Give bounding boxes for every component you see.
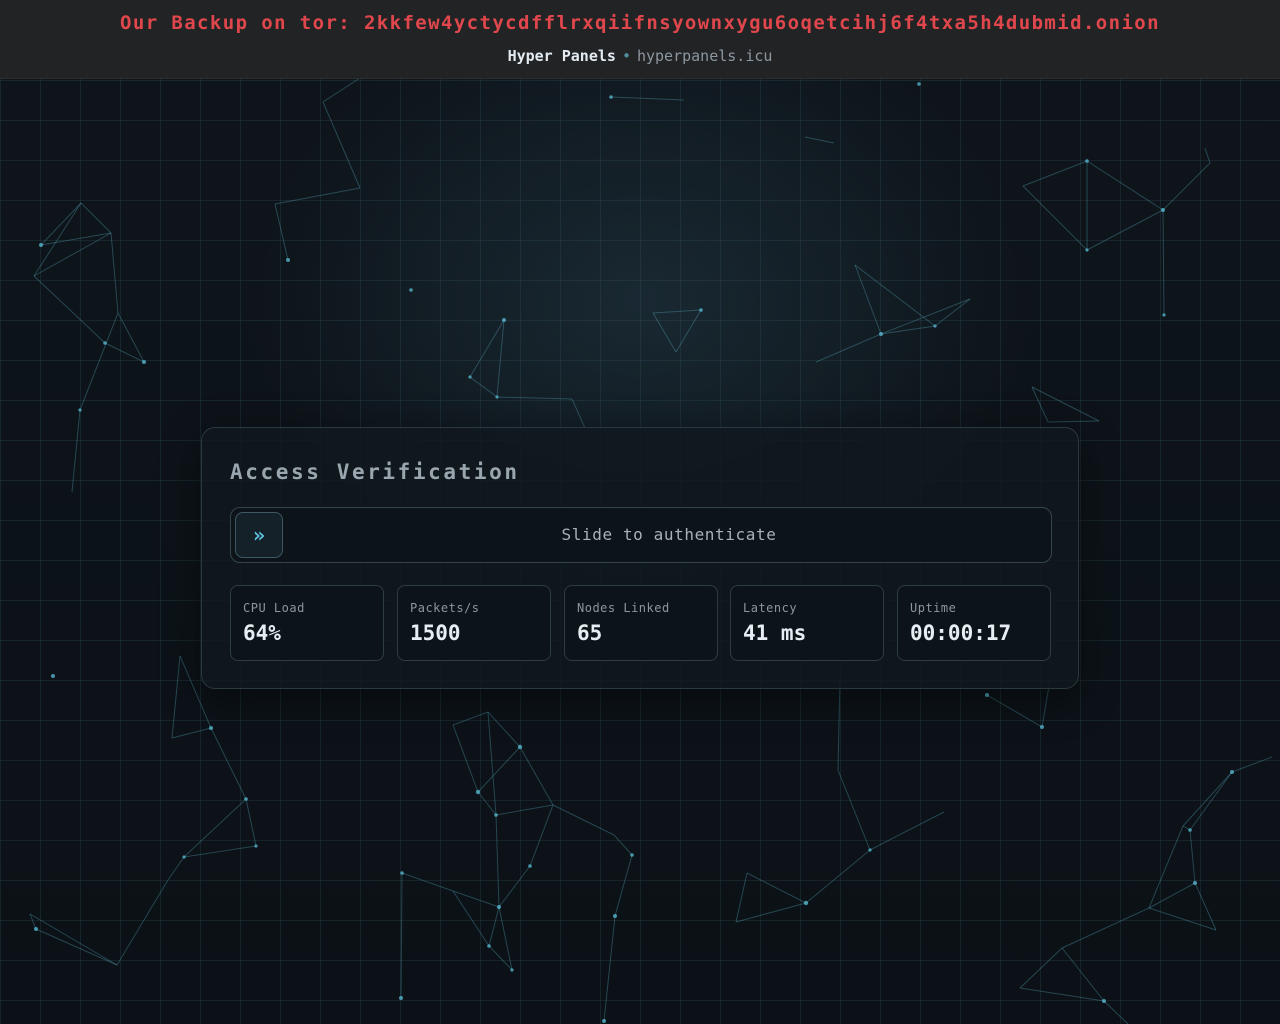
stat-label: Nodes Linked [577, 601, 670, 615]
stats-row: CPU Load 64% Packets/s 1500 Nodes Linked… [230, 585, 1052, 661]
stat-value: 1500 [410, 621, 461, 645]
stat-value: 00:00:17 [910, 621, 1012, 645]
page: Our Backup on tor: 2kkfew4yctycdfflrxqii… [0, 0, 1280, 1024]
separator-dot: • [621, 47, 631, 65]
stat-latency: Latency 41 ms [730, 585, 884, 661]
slider-label: Slide to authenticate [561, 525, 777, 544]
access-verification-card: Access Verification » Slide to authentic… [201, 427, 1079, 689]
stat-uptime: Uptime 00:00:17 [897, 585, 1051, 661]
stat-value: 64% [243, 621, 281, 645]
site-domain: hyperpanels.icu [636, 47, 773, 65]
stat-packets: Packets/s 1500 [397, 585, 551, 661]
top-banner-bar: Our Backup on tor: 2kkfew4yctycdfflrxqii… [0, 0, 1280, 79]
stat-cpu-load: CPU Load 64% [230, 585, 384, 661]
stat-value: 65 [577, 621, 603, 645]
card-title: Access Verification [230, 460, 520, 484]
stat-label: Packets/s [410, 601, 480, 615]
stat-label: Latency [743, 601, 798, 615]
stat-value: 41 ms [743, 621, 807, 645]
tor-backup-banner: Our Backup on tor: 2kkfew4yctycdfflrxqii… [120, 12, 1160, 34]
stat-label: Uptime [910, 601, 957, 615]
stat-label: CPU Load [243, 601, 305, 615]
site-name: Hyper Panels [507, 47, 616, 65]
site-identity: Hyper Panels • hyperpanels.icu [0, 47, 1280, 65]
authentication-slider[interactable]: » Slide to authenticate [230, 507, 1052, 563]
stat-nodes-linked: Nodes Linked 65 [564, 585, 718, 661]
double-chevron-right-icon[interactable]: » [235, 512, 283, 558]
